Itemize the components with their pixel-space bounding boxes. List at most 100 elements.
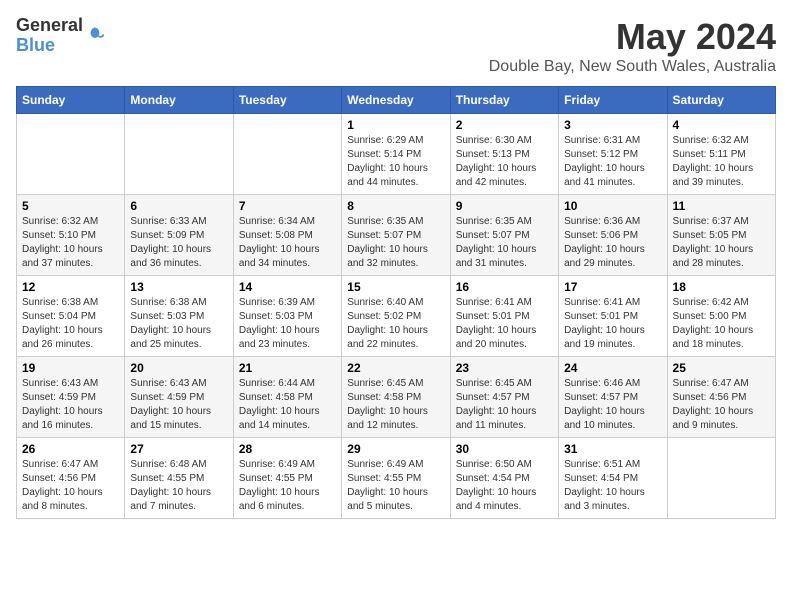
day-info: Sunrise: 6:31 AMSunset: 5:12 PMDaylight:…	[564, 134, 661, 190]
day-header-friday: Friday	[559, 87, 667, 114]
logo-icon	[85, 26, 105, 46]
calendar-week-row: 1 Sunrise: 6:29 AMSunset: 5:14 PMDaylight…	[17, 114, 776, 195]
day-info: Sunrise: 6:39 AMSunset: 5:03 PMDaylight:…	[239, 296, 336, 352]
calendar-cell: 29 Sunrise: 6:49 AMSunset: 4:55 PMDayligh…	[342, 438, 450, 519]
day-info: Sunrise: 6:41 AMSunset: 5:01 PMDaylight:…	[456, 296, 553, 352]
day-number: 10	[564, 199, 661, 213]
calendar-cell: 16 Sunrise: 6:41 AMSunset: 5:01 PMDayligh…	[450, 276, 558, 357]
calendar-cell: 26 Sunrise: 6:47 AMSunset: 4:56 PMDayligh…	[17, 438, 125, 519]
day-number: 8	[347, 199, 444, 213]
calendar-week-row: 26 Sunrise: 6:47 AMSunset: 4:56 PMDayligh…	[17, 438, 776, 519]
day-number: 30	[456, 442, 553, 456]
day-info: Sunrise: 6:38 AMSunset: 5:04 PMDaylight:…	[22, 296, 119, 352]
day-info: Sunrise: 6:51 AMSunset: 4:54 PMDaylight:…	[564, 458, 661, 514]
logo-line2: Blue	[16, 36, 83, 56]
day-number: 1	[347, 118, 444, 132]
day-header-wednesday: Wednesday	[342, 87, 450, 114]
day-number: 2	[456, 118, 553, 132]
day-number: 20	[130, 361, 227, 375]
day-header-monday: Monday	[125, 87, 233, 114]
calendar-cell: 12 Sunrise: 6:38 AMSunset: 5:04 PMDayligh…	[17, 276, 125, 357]
calendar-cell: 27 Sunrise: 6:48 AMSunset: 4:55 PMDayligh…	[125, 438, 233, 519]
day-info: Sunrise: 6:32 AMSunset: 5:11 PMDaylight:…	[673, 134, 770, 190]
day-info: Sunrise: 6:32 AMSunset: 5:10 PMDaylight:…	[22, 215, 119, 271]
day-number: 17	[564, 280, 661, 294]
day-header-tuesday: Tuesday	[233, 87, 341, 114]
day-number: 14	[239, 280, 336, 294]
day-info: Sunrise: 6:50 AMSunset: 4:54 PMDaylight:…	[456, 458, 553, 514]
calendar-cell: 11Sunrise: 6:37 AMSunset: 5:05 PMDayligh…	[667, 195, 775, 276]
month-title: May 2024	[489, 16, 776, 58]
day-info: Sunrise: 6:36 AMSunset: 5:06 PMDaylight:…	[564, 215, 661, 271]
calendar-cell: 23 Sunrise: 6:45 AMSunset: 4:57 PMDayligh…	[450, 357, 558, 438]
calendar-cell: 21 Sunrise: 6:44 AMSunset: 4:58 PMDayligh…	[233, 357, 341, 438]
day-number: 23	[456, 361, 553, 375]
calendar-cell	[667, 438, 775, 519]
calendar-cell: 24Sunrise: 6:46 AMSunset: 4:57 PMDayligh…	[559, 357, 667, 438]
day-number: 19	[22, 361, 119, 375]
day-info: Sunrise: 6:48 AMSunset: 4:55 PMDaylight:…	[130, 458, 227, 514]
calendar-cell: 10 Sunrise: 6:36 AMSunset: 5:06 PMDayligh…	[559, 195, 667, 276]
day-info: Sunrise: 6:43 AMSunset: 4:59 PMDaylight:…	[22, 377, 119, 433]
day-info: Sunrise: 6:30 AMSunset: 5:13 PMDaylight:…	[456, 134, 553, 190]
page-header: General Blue May 2024 Double Bay, New So…	[16, 16, 776, 76]
calendar-cell: 13 Sunrise: 6:38 AMSunset: 5:03 PMDayligh…	[125, 276, 233, 357]
day-number: 13	[130, 280, 227, 294]
calendar-cell: 9Sunrise: 6:35 AMSunset: 5:07 PMDaylight…	[450, 195, 558, 276]
day-number: 27	[130, 442, 227, 456]
calendar-cell: 15Sunrise: 6:40 AMSunset: 5:02 PMDayligh…	[342, 276, 450, 357]
day-info: Sunrise: 6:33 AMSunset: 5:09 PMDaylight:…	[130, 215, 227, 271]
calendar-cell: 30 Sunrise: 6:50 AMSunset: 4:54 PMDayligh…	[450, 438, 558, 519]
day-number: 6	[130, 199, 227, 213]
calendar-cell: 5Sunrise: 6:32 AMSunset: 5:10 PMDaylight…	[17, 195, 125, 276]
day-number: 26	[22, 442, 119, 456]
calendar-header-row: SundayMondayTuesdayWednesdayThursdayFrid…	[17, 87, 776, 114]
day-info: Sunrise: 6:29 AMSunset: 5:14 PMDaylight:…	[347, 134, 444, 190]
day-number: 12	[22, 280, 119, 294]
day-header-sunday: Sunday	[17, 87, 125, 114]
calendar-cell: 8Sunrise: 6:35 AMSunset: 5:07 PMDaylight…	[342, 195, 450, 276]
calendar-cell	[17, 114, 125, 195]
calendar-cell: 7Sunrise: 6:34 AMSunset: 5:08 PMDaylight…	[233, 195, 341, 276]
logo-line1: General	[16, 16, 83, 36]
day-header-thursday: Thursday	[450, 87, 558, 114]
logo: General Blue	[16, 16, 105, 56]
day-info: Sunrise: 6:47 AMSunset: 4:56 PMDaylight:…	[673, 377, 770, 433]
day-number: 18	[673, 280, 770, 294]
day-number: 29	[347, 442, 444, 456]
calendar-cell: 3Sunrise: 6:31 AMSunset: 5:12 PMDaylight…	[559, 114, 667, 195]
day-number: 22	[347, 361, 444, 375]
day-number: 16	[456, 280, 553, 294]
calendar-week-row: 5Sunrise: 6:32 AMSunset: 5:10 PMDaylight…	[17, 195, 776, 276]
day-info: Sunrise: 6:41 AMSunset: 5:01 PMDaylight:…	[564, 296, 661, 352]
calendar-cell: 18 Sunrise: 6:42 AMSunset: 5:00 PMDayligh…	[667, 276, 775, 357]
day-info: Sunrise: 6:38 AMSunset: 5:03 PMDaylight:…	[130, 296, 227, 352]
day-number: 24	[564, 361, 661, 375]
day-info: Sunrise: 6:45 AMSunset: 4:58 PMDaylight:…	[347, 377, 444, 433]
day-info: Sunrise: 6:49 AMSunset: 4:55 PMDaylight:…	[347, 458, 444, 514]
day-info: Sunrise: 6:37 AMSunset: 5:05 PMDaylight:…	[673, 215, 770, 271]
calendar-cell: 28 Sunrise: 6:49 AMSunset: 4:55 PMDayligh…	[233, 438, 341, 519]
day-header-saturday: Saturday	[667, 87, 775, 114]
calendar-cell: 31Sunrise: 6:51 AMSunset: 4:54 PMDayligh…	[559, 438, 667, 519]
day-number: 4	[673, 118, 770, 132]
calendar-table: SundayMondayTuesdayWednesdayThursdayFrid…	[16, 86, 776, 519]
day-info: Sunrise: 6:43 AMSunset: 4:59 PMDaylight:…	[130, 377, 227, 433]
calendar-cell	[125, 114, 233, 195]
calendar-cell: 17 Sunrise: 6:41 AMSunset: 5:01 PMDayligh…	[559, 276, 667, 357]
day-info: Sunrise: 6:35 AMSunset: 5:07 PMDaylight:…	[456, 215, 553, 271]
day-number: 28	[239, 442, 336, 456]
day-info: Sunrise: 6:47 AMSunset: 4:56 PMDaylight:…	[22, 458, 119, 514]
calendar-cell: 2 Sunrise: 6:30 AMSunset: 5:13 PMDaylight…	[450, 114, 558, 195]
day-info: Sunrise: 6:34 AMSunset: 5:08 PMDaylight:…	[239, 215, 336, 271]
calendar-cell: 19 Sunrise: 6:43 AMSunset: 4:59 PMDayligh…	[17, 357, 125, 438]
day-info: Sunrise: 6:44 AMSunset: 4:58 PMDaylight:…	[239, 377, 336, 433]
calendar-cell	[233, 114, 341, 195]
calendar-cell: 1 Sunrise: 6:29 AMSunset: 5:14 PMDaylight…	[342, 114, 450, 195]
day-number: 15	[347, 280, 444, 294]
day-info: Sunrise: 6:49 AMSunset: 4:55 PMDaylight:…	[239, 458, 336, 514]
day-info: Sunrise: 6:42 AMSunset: 5:00 PMDaylight:…	[673, 296, 770, 352]
calendar-cell: 22 Sunrise: 6:45 AMSunset: 4:58 PMDayligh…	[342, 357, 450, 438]
day-number: 21	[239, 361, 336, 375]
day-info: Sunrise: 6:45 AMSunset: 4:57 PMDaylight:…	[456, 377, 553, 433]
